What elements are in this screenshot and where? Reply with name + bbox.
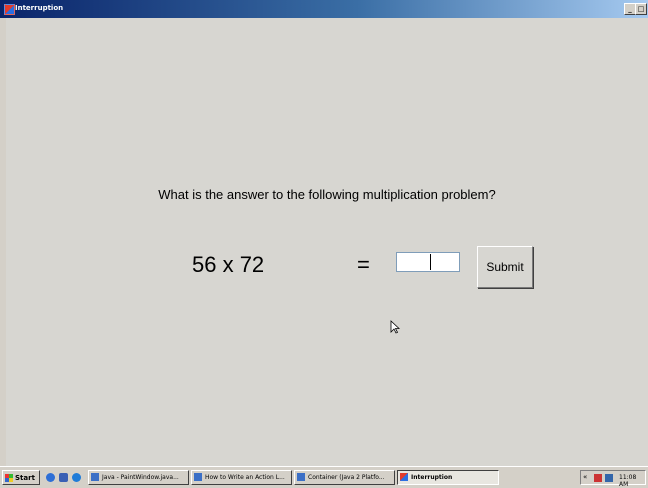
quick-launch-app-icon[interactable] <box>72 473 81 482</box>
task-label: Java - PaintWindow.java... <box>102 474 179 481</box>
java-app-icon <box>400 473 408 481</box>
maximize-button[interactable]: □ <box>635 3 647 15</box>
window-title: Interruption <box>15 4 64 12</box>
mouse-pointer-icon <box>390 320 400 334</box>
clock[interactable]: 11:08 AM <box>619 474 645 488</box>
task-label: Container (Java 2 Platfo... <box>308 474 385 481</box>
task-label: Interruption <box>411 474 453 481</box>
ie-icon <box>297 473 305 481</box>
windows-logo-icon <box>5 473 13 482</box>
app-icon[interactable] <box>4 4 15 15</box>
multiplication-problem: 56 x 72 <box>192 252 265 277</box>
start-label: Start <box>15 473 35 482</box>
taskbar-button-interruption[interactable]: Interruption <box>397 470 499 485</box>
taskbar-button-browser-1[interactable]: How to Write an Action L... <box>191 470 292 485</box>
title-bar[interactable]: Interruption _ □ <box>0 0 648 18</box>
eclipse-icon <box>91 473 99 481</box>
taskbar: Start Java - PaintWindow.java... How to … <box>0 466 648 488</box>
taskbar-button-eclipse[interactable]: Java - PaintWindow.java... <box>88 470 189 485</box>
network-icon[interactable] <box>605 474 613 482</box>
show-desktop-icon[interactable] <box>59 473 68 482</box>
start-button[interactable]: Start <box>2 470 40 485</box>
client-area: What is the answer to the following mult… <box>6 18 648 466</box>
equals-sign: = <box>357 252 370 277</box>
tray-app-icon[interactable] <box>594 474 602 482</box>
ie-icon <box>194 473 202 481</box>
submit-button[interactable]: Submit <box>477 246 533 288</box>
question-text: What is the answer to the following mult… <box>158 187 496 202</box>
answer-input[interactable] <box>396 252 460 272</box>
text-caret <box>430 254 431 270</box>
system-tray: « 11:08 AM <box>580 470 646 488</box>
taskbar-button-browser-2[interactable]: Container (Java 2 Platfo... <box>294 470 395 485</box>
internet-explorer-icon[interactable] <box>46 473 55 482</box>
tray-expand-chevron-icon[interactable]: « <box>583 473 587 481</box>
task-label: How to Write an Action L... <box>205 474 285 481</box>
